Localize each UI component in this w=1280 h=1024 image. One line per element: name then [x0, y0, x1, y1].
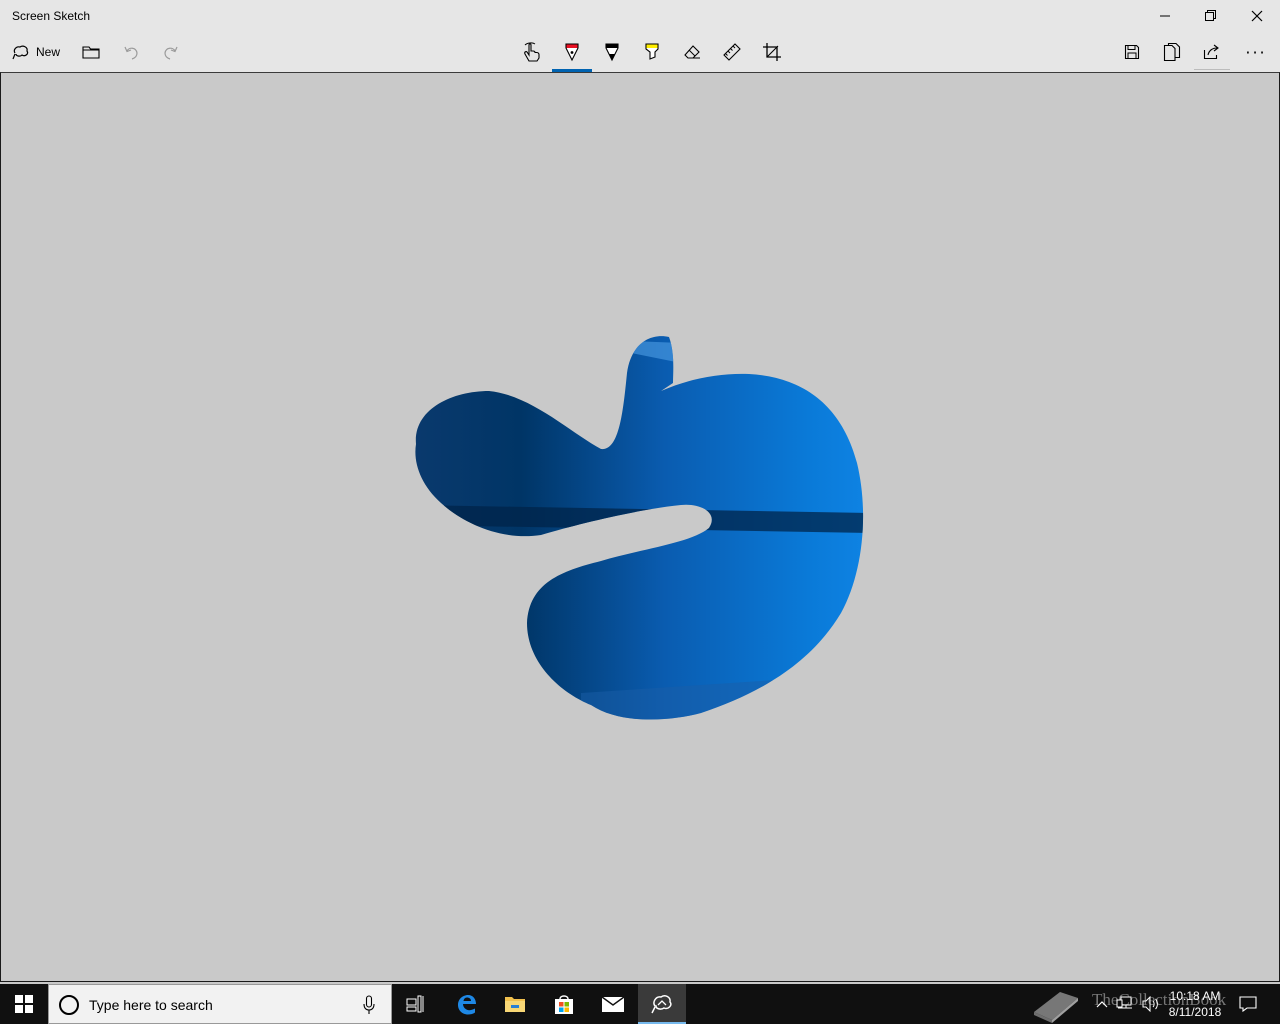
clock-time: 10:18 AM [1169, 989, 1221, 1003]
ruler-icon [723, 43, 741, 61]
eraser-icon [684, 45, 700, 59]
store-icon [555, 995, 573, 1014]
folder-icon [82, 46, 100, 59]
open-file-button[interactable] [72, 32, 110, 72]
copy-icon [1163, 42, 1181, 62]
book-logo-icon [1034, 992, 1078, 1023]
taskbar-screen-sketch[interactable] [638, 984, 686, 1024]
undo-icon [124, 46, 138, 60]
sketch-canvas[interactable] [0, 72, 1280, 982]
redo-button[interactable] [152, 32, 190, 72]
copy-button[interactable] [1152, 32, 1192, 72]
highlighter-button[interactable] [632, 32, 672, 72]
edge-icon [458, 995, 476, 1015]
see-more-button[interactable]: ··· [1236, 32, 1276, 72]
close-button[interactable] [1234, 0, 1280, 32]
taskbar-edge[interactable] [442, 984, 490, 1024]
toolbar: New ··· [0, 32, 1280, 72]
file-explorer-icon [505, 997, 525, 1012]
close-icon [1251, 10, 1263, 22]
undo-button[interactable] [112, 32, 150, 72]
notification-icon [1239, 996, 1257, 1012]
ruler-button[interactable] [712, 32, 752, 72]
pencil-icon [605, 43, 619, 62]
new-snip-button[interactable]: New [6, 32, 66, 72]
touch-writing-icon [524, 42, 540, 62]
save-icon [1124, 44, 1140, 60]
taskbar-search-box[interactable]: Type here to search [48, 984, 392, 1024]
share-button[interactable] [1192, 32, 1232, 72]
share-icon [1203, 44, 1219, 60]
microphone-icon[interactable] [363, 995, 375, 1015]
cortana-icon [59, 995, 79, 1015]
ballpoint-pen-button[interactable] [552, 32, 592, 72]
task-view-icon [406, 995, 424, 1013]
screen-sketch-icon [651, 995, 672, 1014]
blue-blob [415, 336, 864, 720]
eraser-button[interactable] [672, 32, 712, 72]
ballpoint-pen-icon [565, 43, 579, 62]
network-icon [1116, 996, 1132, 1009]
crop-icon [763, 43, 781, 61]
window-title: Screen Sketch [12, 9, 91, 23]
taskbar-store[interactable] [540, 984, 588, 1024]
snip-image [415, 336, 864, 720]
touch-writing-button[interactable] [512, 32, 552, 72]
start-button[interactable] [0, 984, 48, 1024]
crop-button[interactable] [752, 32, 792, 72]
new-snip-icon [12, 45, 29, 60]
taskbar-mail[interactable] [589, 984, 637, 1024]
restore-button[interactable] [1188, 0, 1234, 32]
windows-logo-icon [15, 995, 33, 1013]
pencil-button[interactable] [592, 32, 632, 72]
clock-date: 8/11/2018 [1168, 1005, 1222, 1019]
minimize-icon [1160, 15, 1170, 17]
clock[interactable]: 10:18 AM 8/11/2018 [1164, 988, 1226, 1020]
show-hidden-icons-button[interactable] [1092, 984, 1112, 1024]
highlighter-icon [645, 43, 659, 60]
action-center-button[interactable] [1236, 984, 1260, 1024]
title-bar: Screen Sketch [0, 0, 1280, 32]
minimize-button[interactable] [1142, 0, 1188, 32]
redo-icon [164, 46, 178, 60]
search-placeholder: Type here to search [89, 997, 213, 1013]
mail-icon [601, 996, 625, 1012]
taskbar: Type here to search TheCollectionBook 10… [0, 984, 1280, 1024]
save-button[interactable] [1112, 32, 1152, 72]
new-label: New [35, 45, 60, 59]
volume-button[interactable] [1140, 984, 1162, 1024]
taskbar-file-explorer[interactable] [491, 984, 539, 1024]
volume-icon [1142, 996, 1158, 1012]
task-view-button[interactable] [392, 984, 440, 1024]
chevron-up-icon [1096, 1001, 1108, 1008]
network-button[interactable] [1114, 984, 1136, 1024]
restore-icon [1205, 10, 1216, 21]
